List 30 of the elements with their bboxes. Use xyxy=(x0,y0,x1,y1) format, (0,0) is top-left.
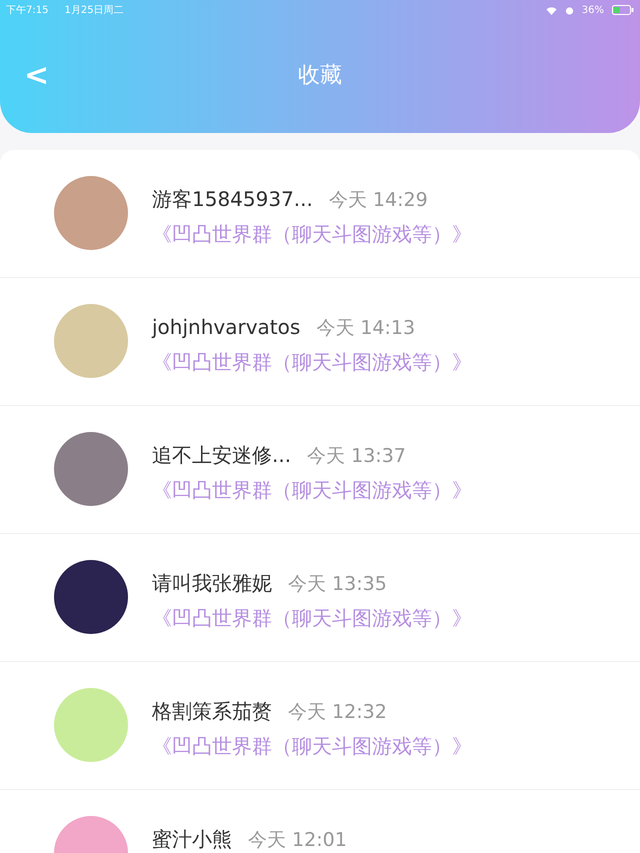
group-name: 《凹凸世界群（聊天斗图游戏等）》 xyxy=(152,476,472,504)
favorite-time: 今天 12:32 xyxy=(288,700,387,725)
battery-icon xyxy=(612,5,634,15)
status-time: 下午7:15 xyxy=(6,4,48,18)
group-name: 《凹凸世界群（聊天斗图游戏等）》 xyxy=(152,604,472,632)
group-name: 《凹凸世界群（聊天斗图游戏等）》 xyxy=(152,348,472,376)
favorite-time: 今天 14:29 xyxy=(328,188,428,213)
user-name: 追不上安迷修... xyxy=(152,442,292,469)
favorite-time: 今天 13:35 xyxy=(288,572,387,597)
favorite-item[interactable]: johjnhvarvatos 今天 14:13 《凹凸世界群（聊天斗图游戏等）》 xyxy=(0,278,640,406)
user-name: 格割策系茄赘 xyxy=(152,698,272,725)
favorite-time: 今天 13:37 xyxy=(307,444,406,469)
user-name: 游客15845937... xyxy=(152,186,313,213)
group-name: 《凹凸世界群（聊天斗图游戏等）》 xyxy=(152,220,472,248)
wifi-icon xyxy=(546,6,557,14)
favorite-item[interactable]: 游客15845937... 今天 14:29 《凹凸世界群（聊天斗图游戏等）》 xyxy=(0,150,640,278)
status-date: 1月25日周二 xyxy=(64,4,124,18)
favorite-item[interactable]: 请叫我张雅妮 今天 13:35 《凹凸世界群（聊天斗图游戏等）》 xyxy=(0,534,640,662)
favorite-item[interactable]: 格割策系茄赘 今天 12:32 《凹凸世界群（聊天斗图游戏等）》 xyxy=(0,662,640,790)
user-name: 请叫我张雅妮 xyxy=(152,570,272,597)
group-name: 《凹凸世界群（聊天斗图游戏等）》 xyxy=(152,732,472,760)
favorite-time: 今天 14:13 xyxy=(316,316,416,341)
alarm-icon xyxy=(564,6,574,14)
favorite-time: 今天 12:01 xyxy=(248,828,347,853)
page-title: 收藏 xyxy=(298,62,342,90)
favorite-item[interactable]: 蜜汁小熊 今天 12:01 xyxy=(0,790,640,853)
user-name: johjnhvarvatos xyxy=(152,314,300,341)
user-name: 蜜汁小熊 xyxy=(152,826,232,853)
battery-percent: 36% xyxy=(582,4,604,18)
favorite-item[interactable]: 追不上安迷修... 今天 13:37 《凹凸世界群（聊天斗图游戏等）》 xyxy=(0,406,640,534)
